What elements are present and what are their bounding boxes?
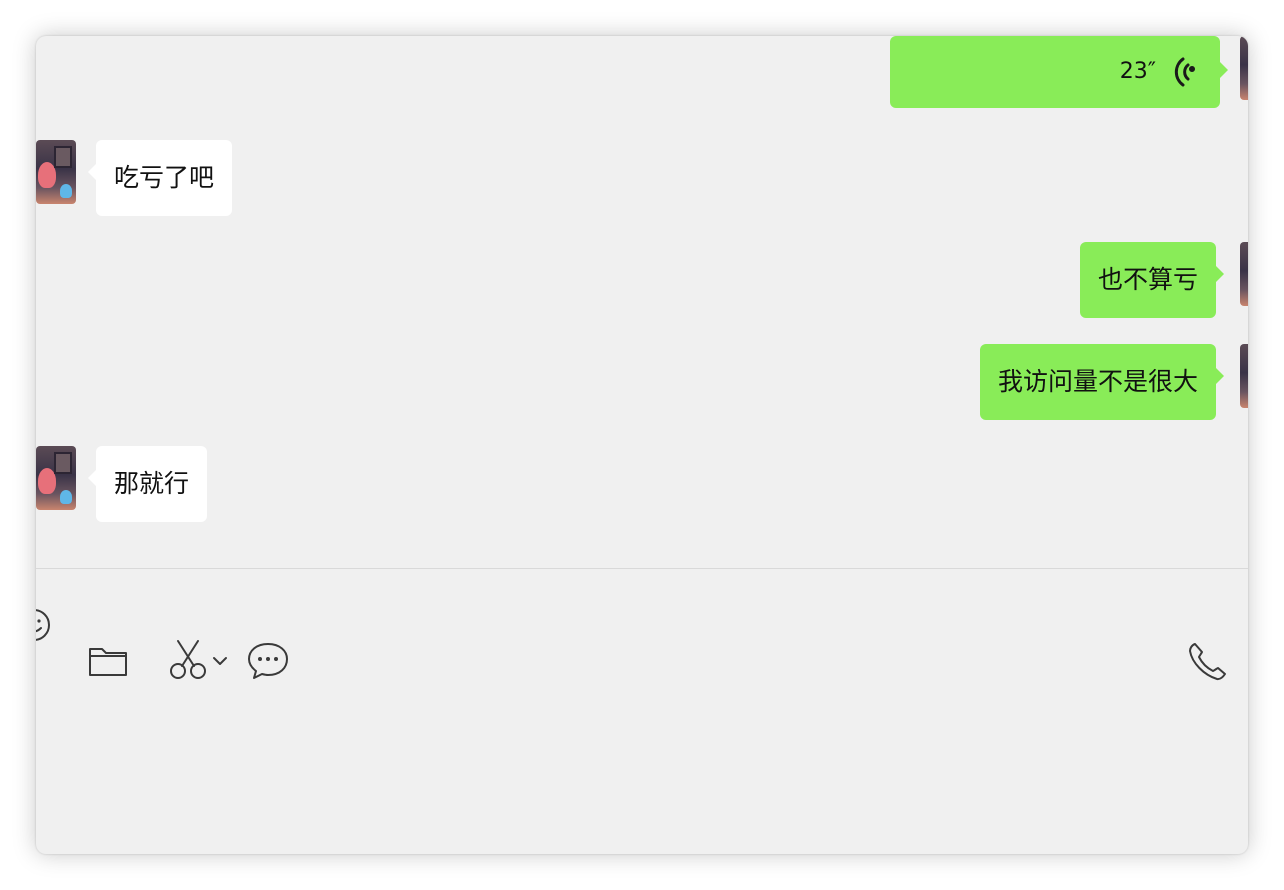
contact-avatar[interactable] — [36, 446, 76, 510]
voice-message-bubble[interactable]: 23″ — [890, 36, 1228, 108]
chat-window: 23″ 吃亏了吧 也不算亏 我访问量不是很大 那就行 — [36, 36, 1248, 854]
message-bubble-incoming[interactable]: 吃亏了吧 — [87, 140, 233, 216]
message-bubble-outgoing[interactable]: 也不算亏 — [1079, 242, 1225, 318]
emoji-icon[interactable] — [36, 607, 52, 643]
phone-icon[interactable] — [1186, 641, 1230, 683]
folder-icon[interactable] — [88, 643, 128, 679]
chevron-down-icon[interactable] — [212, 655, 228, 667]
chat-bubble-icon[interactable] — [246, 641, 290, 681]
contact-avatar[interactable] — [36, 140, 76, 204]
message-bubble-outgoing[interactable]: 我访问量不是很大 — [979, 344, 1225, 420]
input-toolbar — [36, 569, 1248, 854]
voice-duration: 23″ — [1119, 59, 1156, 84]
scissors-icon[interactable] — [168, 639, 208, 681]
my-avatar[interactable] — [1240, 36, 1248, 100]
my-avatar[interactable] — [1240, 242, 1248, 306]
voice-wave-icon — [1174, 57, 1196, 87]
message-list[interactable]: 23″ 吃亏了吧 也不算亏 我访问量不是很大 那就行 — [36, 36, 1248, 568]
my-avatar[interactable] — [1240, 344, 1248, 408]
message-bubble-incoming[interactable]: 那就行 — [87, 446, 208, 522]
